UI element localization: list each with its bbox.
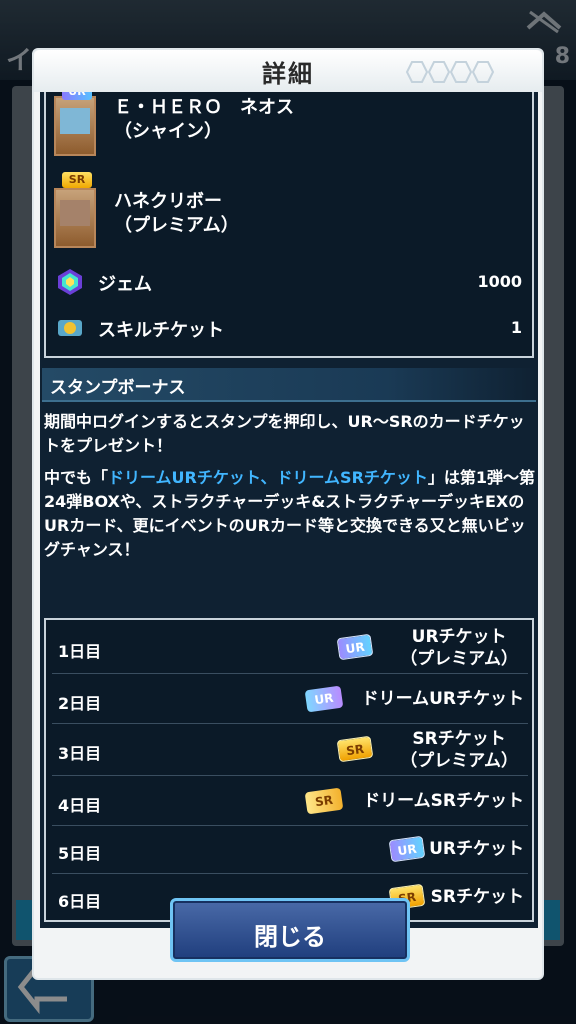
hexagon-decoration-icon <box>405 61 495 83</box>
desc-highlight: ドリームURチケット、ドリームSRチケット <box>108 468 428 487</box>
detail-dialog: 詳細 UR Ｅ・ＨＥＲＯ ネオス （シャイン） SR ハネクリボー （プレミアム… <box>32 48 544 980</box>
ticket-name: SRチケット （プレミアム） <box>400 729 518 771</box>
table-row: 5日目 UR URチケット <box>52 826 528 874</box>
card-name: Ｅ・ＨＥＲＯ ネオス （シャイン） <box>114 97 294 142</box>
day-label: 1日目 <box>58 642 102 661</box>
reward-item-row: ジェム 1000 <box>46 260 532 304</box>
stamp-table: 1日目 UR URチケット （プレミアム） 2日目 UR ドリームURチケット … <box>44 618 534 922</box>
section-header: スタンプボーナス <box>42 368 536 402</box>
ticket-name: URチケット <box>429 839 524 859</box>
desc-prefix: 中でも「 <box>44 468 109 487</box>
table-row: 1日目 UR URチケット （プレミアム） <box>52 622 528 674</box>
reward-list: UR Ｅ・ＨＥＲＯ ネオス （シャイン） SR ハネクリボー （プレミアム） ジ… <box>44 92 534 358</box>
ticket-name: SRチケット <box>430 887 524 907</box>
card-thumbnail <box>54 188 96 248</box>
item-label: スキルチケット <box>98 320 224 341</box>
sr-ticket-icon: SR <box>336 735 374 763</box>
day-label: 5日目 <box>58 844 102 863</box>
dream-sr-ticket-icon: SR <box>304 787 344 815</box>
dream-ur-ticket-icon: UR <box>304 685 344 713</box>
item-label: ジェム <box>98 274 152 295</box>
day-label: 3日目 <box>58 744 102 763</box>
item-value: 1 <box>510 318 522 337</box>
day-label: 2日目 <box>58 694 102 713</box>
reward-card-row: SR ハネクリボー （プレミアム） <box>46 172 532 252</box>
close-button-label: 閉じる <box>254 923 326 951</box>
reward-card-row: UR Ｅ・ＨＥＲＯ ネオス （シャイン） <box>46 92 532 164</box>
card-thumbnail <box>54 96 96 156</box>
description-text: 期間中ログインするとスタンプを押印し、UR～SRのカードチケットをプレゼント！ <box>44 412 525 455</box>
ticket-name: URチケット （プレミアム） <box>400 627 518 669</box>
section-title: スタンプボーナス <box>50 378 186 398</box>
day-label: 4日目 <box>58 796 102 815</box>
reward-item-row: スキルチケット 1 <box>46 306 532 350</box>
day-label: 6日目 <box>58 892 102 911</box>
table-row: 4日目 SR ドリームSRチケット <box>52 778 528 826</box>
rarity-badge: UR <box>62 92 92 100</box>
ur-ticket-icon: UR <box>388 835 426 863</box>
dialog-content[interactable]: UR Ｅ・ＨＥＲＯ ネオス （シャイン） SR ハネクリボー （プレミアム） ジ… <box>40 92 538 928</box>
ur-ticket-icon: UR <box>336 633 374 661</box>
close-button[interactable]: 閉じる <box>170 898 410 962</box>
table-row: 2日目 UR ドリームURチケット <box>52 676 528 724</box>
ticket-name: ドリームSRチケット <box>363 791 524 811</box>
skill-ticket-icon <box>58 320 82 336</box>
gem-icon <box>58 269 82 295</box>
ticket-name: ドリームURチケット <box>361 689 524 709</box>
item-value: 1000 <box>477 272 522 291</box>
card-name: ハネクリボー （プレミアム） <box>114 191 239 236</box>
table-row: 3日目 SR SRチケット （プレミアム） <box>52 724 528 776</box>
description-text-2: 中でも「ドリームURチケット、ドリームSRチケット」は第1弾～第24弾BOXや、… <box>44 466 536 562</box>
rarity-badge: SR <box>62 172 92 188</box>
dialog-header: 詳細 <box>34 50 542 92</box>
